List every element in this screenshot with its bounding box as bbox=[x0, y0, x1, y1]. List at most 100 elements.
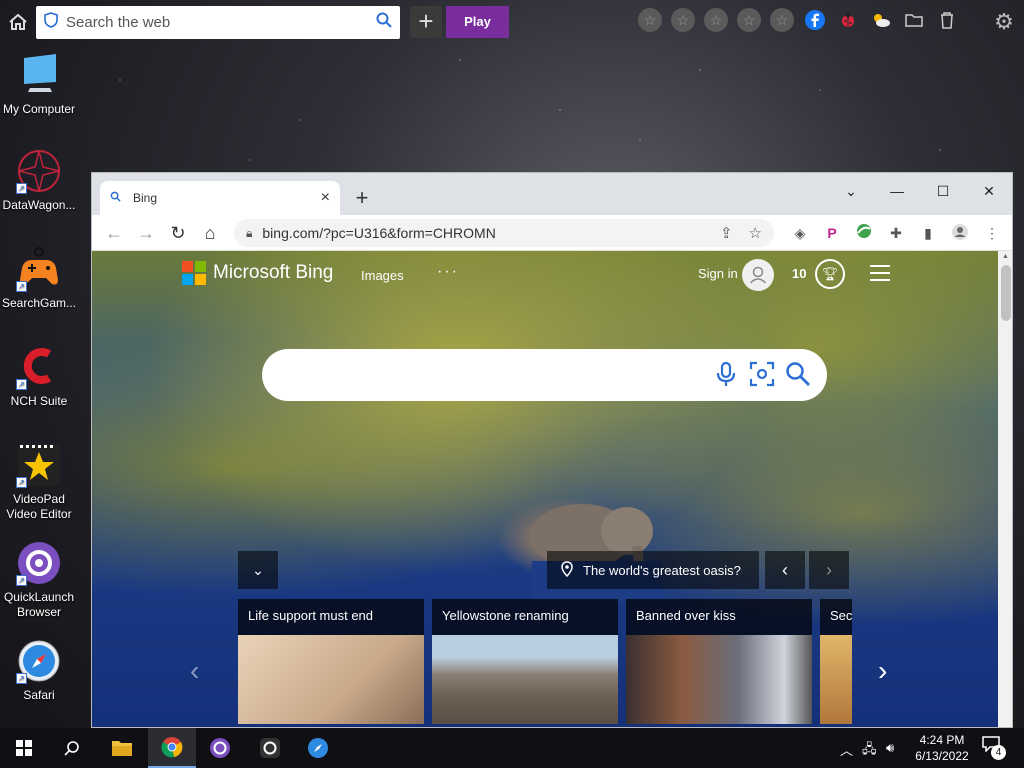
shortcut-arrow-icon: ↗ bbox=[16, 183, 27, 194]
quicksearch-taskbar-icon[interactable] bbox=[246, 728, 294, 768]
tab-title: Bing bbox=[133, 191, 158, 205]
nav-more-button[interactable]: ··· bbox=[437, 263, 459, 281]
profile-icon[interactable] bbox=[950, 223, 970, 243]
favorite-star-icon[interactable]: ☆ bbox=[638, 8, 662, 32]
reload-button[interactable]: ↻ bbox=[168, 223, 188, 243]
extension-p-icon[interactable]: P bbox=[822, 223, 842, 243]
gear-icon[interactable]: ⚙ bbox=[992, 10, 1016, 34]
quicklaunch-taskbar-icon[interactable] bbox=[196, 728, 244, 768]
safari-taskbar-icon[interactable] bbox=[294, 728, 342, 768]
tab-bing[interactable]: Bing × bbox=[100, 181, 340, 215]
file-explorer-icon[interactable] bbox=[98, 728, 146, 768]
page-scrollbar[interactable]: ▲ bbox=[998, 251, 1012, 727]
desktop-icon-quicklaunch[interactable]: ↗ QuickLaunch Browser bbox=[0, 540, 78, 620]
extension-diamond-icon[interactable]: ◈ bbox=[790, 223, 810, 243]
menu-kebab-icon[interactable]: ⋮ bbox=[982, 223, 1002, 243]
news-card-title: Life support must end bbox=[248, 608, 374, 623]
collapse-feed-button[interactable]: ⌄ bbox=[238, 551, 278, 589]
news-card[interactable]: Sec bbox=[820, 599, 852, 724]
caption-text: The world's greatest oasis? bbox=[583, 562, 741, 578]
chrome-window: Bing × + ⌄ — ☐ ✕ ← → ↻ ⌂ 🔒︎ bing.com/?pc… bbox=[91, 172, 1013, 728]
sign-in-link[interactable]: Sign in bbox=[698, 266, 738, 281]
web-search-box[interactable]: Search the web bbox=[36, 6, 400, 39]
bing-homepage: Microsoft Bing Images ··· Sign in 10 🏆︎ … bbox=[92, 251, 998, 727]
bookmark-star-icon[interactable]: ☆ bbox=[749, 224, 762, 242]
search-icon[interactable] bbox=[376, 12, 392, 33]
news-card-title: Banned over kiss bbox=[636, 608, 736, 623]
search-icon[interactable] bbox=[784, 361, 812, 389]
rewards-points[interactable]: 10 bbox=[792, 266, 806, 281]
extension-sphere-icon[interactable] bbox=[854, 223, 874, 243]
clock-date: 6/13/2022 bbox=[915, 749, 969, 763]
hamburger-menu-icon[interactable] bbox=[870, 265, 890, 286]
forward-button[interactable]: → bbox=[136, 223, 156, 243]
new-tab-button[interactable]: + bbox=[352, 185, 372, 211]
ladybug-icon[interactable] bbox=[836, 8, 860, 32]
news-card[interactable]: Life support must end bbox=[238, 599, 424, 724]
search-icon[interactable] bbox=[48, 728, 96, 768]
scrollbar-thumb[interactable] bbox=[1001, 265, 1011, 321]
desktop-icon-videopad[interactable]: ↗ VideoPad Video Editor bbox=[0, 442, 78, 522]
desktop-icon-datawagon[interactable]: ↗ DataWagon... bbox=[0, 148, 78, 213]
scroll-up-icon[interactable]: ▲ bbox=[1002, 253, 1009, 260]
bing-brand-name: Microsoft Bing bbox=[213, 262, 334, 283]
play-button[interactable]: Play bbox=[446, 6, 509, 38]
maximize-button[interactable]: ☐ bbox=[920, 177, 966, 205]
notification-center-icon[interactable]: 4 bbox=[982, 736, 1006, 760]
home-button[interactable]: ⌂ bbox=[200, 223, 220, 243]
home-icon[interactable] bbox=[8, 12, 28, 32]
volume-icon[interactable]: 🔊︎ bbox=[886, 740, 894, 756]
previous-image-button[interactable]: ‹ bbox=[765, 551, 805, 589]
lock-icon: 🔒︎ bbox=[246, 225, 253, 240]
desktop-icon-my-computer[interactable]: My Computer bbox=[0, 52, 78, 117]
news-card-image bbox=[432, 635, 618, 724]
chrome-taskbar-icon[interactable] bbox=[148, 728, 196, 768]
favorite-star-icon[interactable]: ☆ bbox=[770, 8, 794, 32]
back-button[interactable]: ← bbox=[104, 223, 124, 243]
add-button[interactable]: + bbox=[410, 6, 442, 38]
favorite-star-icon[interactable]: ☆ bbox=[671, 8, 695, 32]
desktop-icon-safari[interactable]: ↗ Safari bbox=[0, 638, 78, 703]
favorite-star-icon[interactable]: ☆ bbox=[737, 8, 761, 32]
close-tab-icon[interactable]: × bbox=[321, 189, 330, 207]
side-panel-icon[interactable]: ▮ bbox=[918, 223, 938, 243]
news-card-image bbox=[626, 635, 812, 724]
desktop-icon-searchgames[interactable]: ↗ SearchGam... bbox=[0, 246, 78, 311]
window-controls: ⌄ — ☐ ✕ bbox=[828, 177, 1012, 205]
web-search-placeholder: Search the web bbox=[66, 14, 171, 31]
network-icon[interactable]: 🖧︎ bbox=[862, 740, 877, 762]
next-image-button[interactable]: › bbox=[809, 551, 849, 589]
desktop-icon-nch-suite[interactable]: ↗ NCH Suite bbox=[0, 344, 78, 409]
folder-icon[interactable] bbox=[902, 8, 926, 32]
shortcut-arrow-icon: ↗ bbox=[16, 281, 27, 292]
location-pin-icon bbox=[561, 560, 573, 580]
minimize-button[interactable]: — bbox=[874, 177, 920, 205]
system-clock[interactable]: 4:24 PM 6/13/2022 bbox=[910, 732, 974, 764]
omnibox[interactable]: 🔒︎ bing.com/?pc=U316&form=CHROMN ⇪ ☆ bbox=[234, 219, 774, 247]
shield-icon bbox=[44, 12, 58, 33]
visual-search-icon[interactable] bbox=[748, 361, 776, 389]
news-card[interactable]: Yellowstone renaming bbox=[432, 599, 618, 724]
news-card[interactable]: Banned over kiss bbox=[626, 599, 812, 724]
favorite-star-icon[interactable]: ☆ bbox=[704, 8, 728, 32]
bing-logo[interactable]: Microsoft Bing bbox=[182, 261, 333, 285]
news-card-image bbox=[238, 635, 424, 724]
share-icon[interactable]: ⇪ bbox=[720, 224, 733, 242]
close-window-button[interactable]: ✕ bbox=[966, 177, 1012, 205]
carousel-prev-icon[interactable]: ‹ bbox=[190, 655, 199, 687]
microphone-icon[interactable] bbox=[712, 361, 740, 389]
facebook-icon[interactable] bbox=[803, 8, 827, 32]
weather-icon[interactable] bbox=[869, 8, 893, 32]
chevron-down-icon[interactable]: ⌄ bbox=[828, 177, 874, 205]
image-caption[interactable]: The world's greatest oasis? bbox=[547, 551, 759, 589]
trophy-icon[interactable]: 🏆︎ bbox=[815, 259, 845, 289]
carousel-next-icon[interactable]: › bbox=[878, 655, 887, 687]
chevron-up-icon[interactable]: ︿ bbox=[840, 740, 853, 759]
windows-start-icon[interactable] bbox=[0, 728, 48, 768]
bing-search-input[interactable] bbox=[262, 349, 827, 401]
nav-images-link[interactable]: Images bbox=[361, 268, 404, 283]
top-toolbar: Search the web + Play ☆ ☆ ☆ ☆ ☆ ⚙ bbox=[0, 0, 1024, 44]
trash-icon[interactable] bbox=[935, 8, 959, 32]
avatar-icon[interactable] bbox=[742, 259, 774, 291]
extensions-puzzle-icon[interactable]: ✚ bbox=[886, 223, 906, 243]
